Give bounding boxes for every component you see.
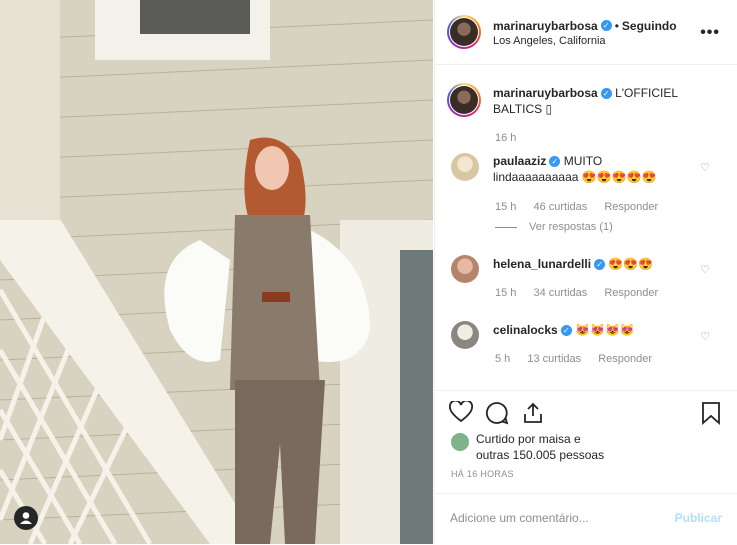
comment-text: 😍😍😍	[608, 257, 654, 271]
verified-badge-icon: ✓	[594, 259, 606, 271]
likes-summary[interactable]: Curtido por maisa e outras 150.005 pesso…	[476, 431, 604, 463]
separator-dot: •	[614, 19, 619, 33]
post-actions: Curtido por maisa e outras 150.005 pesso…	[435, 390, 737, 495]
verified-badge-icon: ✓	[600, 88, 612, 100]
author-avatar[interactable]	[447, 15, 481, 49]
comment-likes[interactable]: 46 curtidas	[533, 201, 587, 213]
post-location[interactable]: Los Angeles, California	[493, 35, 606, 47]
bookmark-icon[interactable]	[701, 401, 721, 431]
comments-list: marinaruybarbosa ✓ L'OFFICIEL BALTICS ▯ 1…	[435, 65, 737, 389]
comment-meta: 15 h 46 curtidas Responder	[495, 201, 672, 213]
comment-like-icon[interactable]: ♡	[700, 161, 710, 174]
verified-badge-icon: ✓	[600, 20, 612, 32]
comment-like-icon[interactable]: ♡	[700, 330, 710, 343]
verified-badge-icon: ✓	[549, 156, 561, 168]
post-photo[interactable]	[0, 0, 433, 544]
view-replies-label: Ver respostas (1)	[529, 221, 613, 233]
comment-time[interactable]: 5 h	[495, 353, 510, 365]
comment-input[interactable]: Adicione um comentário...	[450, 511, 589, 525]
comment-time[interactable]: 15 h	[495, 201, 516, 213]
comment-reply-button[interactable]: Responder	[604, 201, 658, 213]
liker-avatar[interactable]	[451, 433, 469, 451]
caption-author-avatar[interactable]	[447, 83, 481, 117]
comment-username[interactable]: paulaaziz	[493, 154, 546, 168]
comment-time[interactable]: 15 h	[495, 287, 516, 299]
comment-username[interactable]: celinalocks	[493, 323, 558, 337]
author-username[interactable]: marinaruybarbosa	[493, 19, 598, 33]
follow-status-button[interactable]: Seguindo	[622, 19, 677, 33]
post-sidebar: marinaruybarbosa ✓ • Seguindo Los Angeles, …	[434, 0, 737, 544]
comment-meta: 5 h 13 curtidas Responder	[495, 353, 666, 365]
comment-reply-button[interactable]: Responder	[604, 287, 658, 299]
caption: marinaruybarbosa ✓ L'OFFICIEL BALTICS ▯	[493, 85, 693, 117]
instagram-post-view: marinaruybarbosa ✓ • Seguindo Los Angeles, …	[0, 0, 737, 544]
likes-user[interactable]: maisa	[539, 432, 571, 446]
comment-item: celinalocks ✓ 😻😻😻😻	[493, 322, 683, 338]
caption-username[interactable]: marinaruybarbosa	[493, 86, 598, 100]
comment-username[interactable]: helena_lunardelli	[493, 257, 591, 271]
comment-item: helena_lunardelli ✓ 😍😍😍	[493, 256, 683, 272]
replies-line	[495, 226, 517, 228]
publish-button[interactable]: Publicar	[675, 511, 722, 525]
comment-reply-button[interactable]: Responder	[598, 353, 652, 365]
author-line: marinaruybarbosa ✓ • Seguindo	[493, 17, 677, 35]
likes-middle: e	[570, 432, 581, 446]
comment-likes[interactable]: 34 curtidas	[533, 287, 587, 299]
comment-meta: 15 h 34 curtidas Responder	[495, 287, 672, 299]
comment-avatar[interactable]	[451, 153, 479, 181]
comment-avatar[interactable]	[451, 321, 479, 349]
comment-avatar[interactable]	[451, 255, 479, 283]
view-replies-button[interactable]: Ver respostas (1)	[495, 221, 613, 233]
user-tag-icon[interactable]	[14, 506, 38, 530]
verified-badge-icon: ✓	[560, 325, 572, 337]
likes-others[interactable]: outras 150.005 pessoas	[476, 448, 604, 462]
comment-box: Adicione um comentário... Publicar	[435, 493, 737, 545]
photo-illustration	[0, 0, 433, 544]
comment-icon[interactable]	[485, 401, 509, 431]
comment-item: paulaaziz ✓ MUITO lindaaaaaaaaaa 😍😍😍😍😍	[493, 153, 683, 185]
caption-time[interactable]: 16 h	[495, 132, 516, 144]
more-options-icon[interactable]: •••	[700, 24, 720, 42]
post-timestamp[interactable]: HÁ 16 HORAS	[451, 469, 514, 479]
share-icon[interactable]	[521, 401, 545, 431]
likes-prefix: Curtido por	[476, 432, 539, 446]
comment-text: 😻😻😻😻	[575, 323, 635, 337]
comment-likes[interactable]: 13 curtidas	[527, 353, 581, 365]
post-header: marinaruybarbosa ✓ • Seguindo Los Angeles, …	[435, 0, 737, 65]
heart-icon[interactable]	[449, 399, 473, 429]
comment-like-icon[interactable]: ♡	[700, 263, 710, 276]
